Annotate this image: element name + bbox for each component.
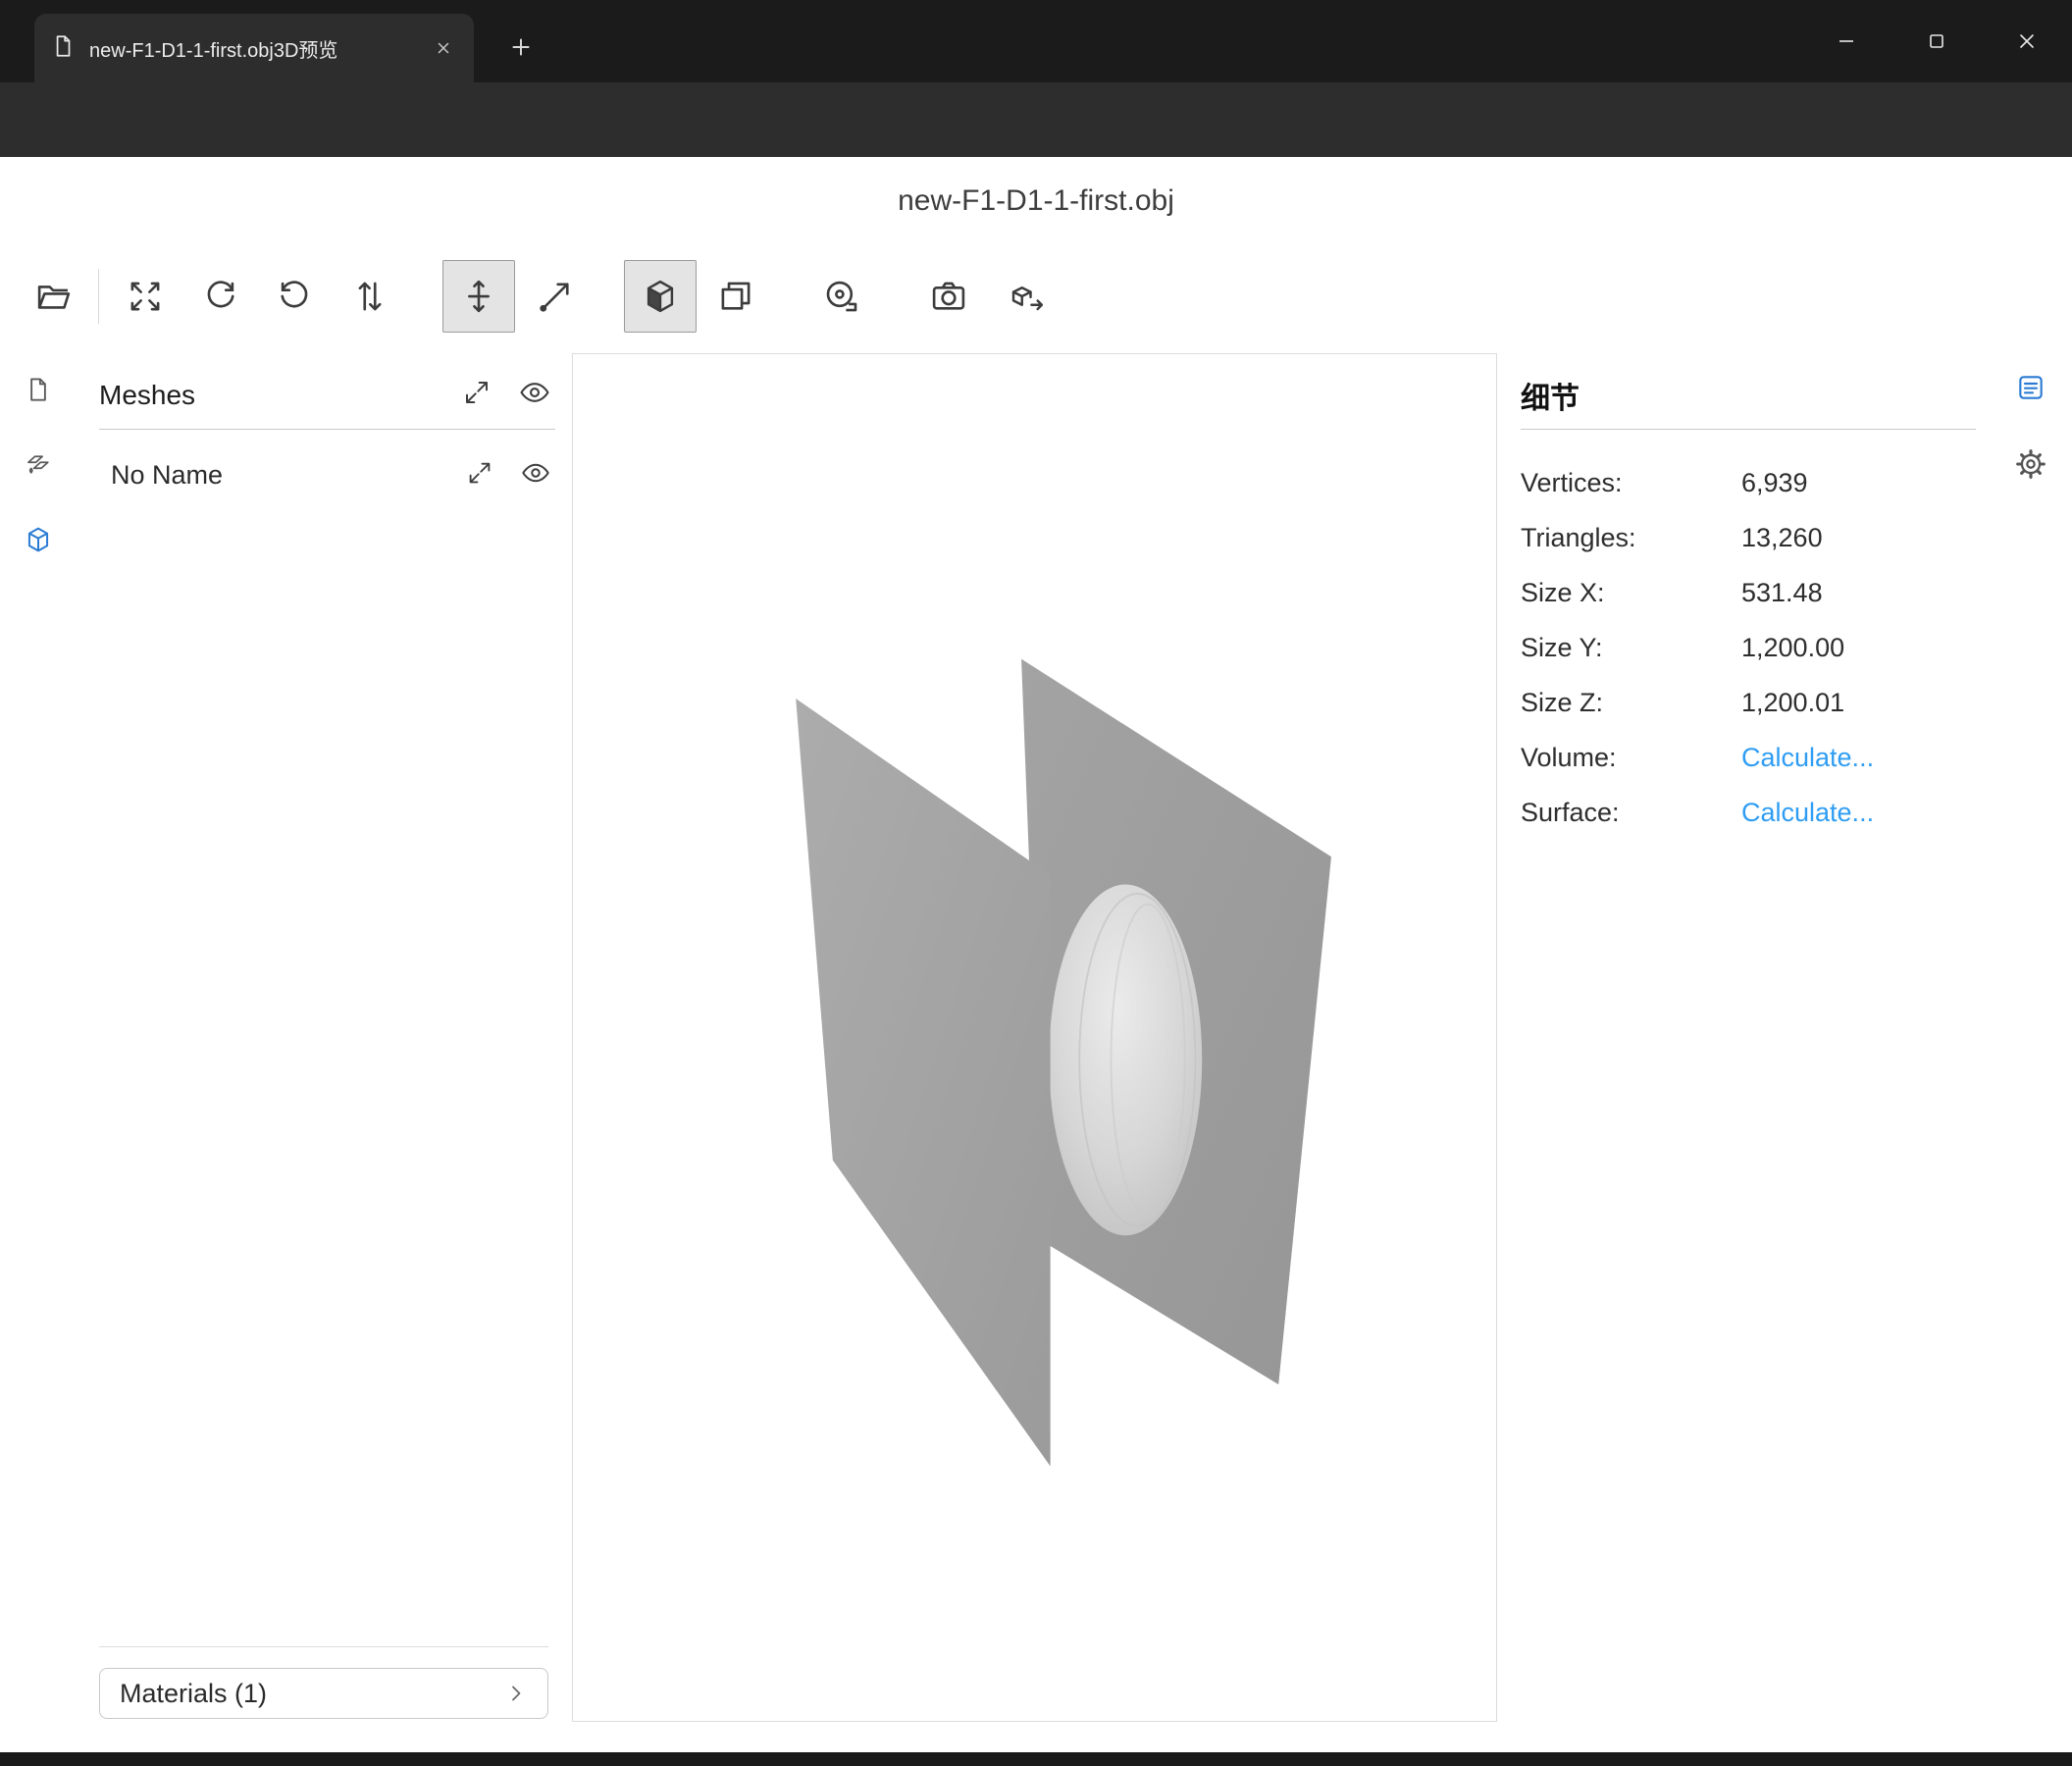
browser-navbar: https://file.kkview.cn/onlinePreview?url…: [0, 82, 2072, 157]
model-plane-left: [796, 699, 1050, 1467]
meshes-panel-icon[interactable]: [17, 518, 60, 561]
minimize-button[interactable]: [1801, 0, 1891, 82]
maximize-button[interactable]: [1891, 0, 1982, 82]
measure-tape-button[interactable]: [810, 265, 873, 328]
details-value: 13,260: [1741, 523, 1823, 553]
flip-updown-button[interactable]: [338, 265, 401, 328]
model-viewport[interactable]: [572, 353, 1497, 1722]
details-row-surface: Surface: Calculate...: [1521, 785, 1976, 840]
open-file-button[interactable]: [23, 265, 85, 328]
details-panel: 细节 Vertices: 6,939 Triangles: 13,260 Siz…: [1521, 361, 1976, 840]
browser-titlebar: new-F1-D1-1-first.obj3D预览: [0, 0, 2072, 82]
tab-close-icon[interactable]: [429, 33, 458, 63]
details-label: Size Z:: [1521, 688, 1741, 718]
meshes-panel-header: Meshes: [99, 361, 555, 430]
details-row-size-z: Size Z: 1,200.01: [1521, 675, 1976, 730]
meshes-panel: Meshes No Name: [99, 361, 555, 504]
page-content: new-F1-D1-1-first.obj: [0, 157, 2072, 1752]
window-controls: [1801, 0, 2072, 82]
visibility-all-eye-icon[interactable]: [518, 376, 551, 414]
materials-label: Materials (1): [120, 1679, 267, 1709]
toolbar-group-divider: [98, 269, 99, 324]
expand-all-icon[interactable]: [461, 377, 492, 413]
details-list-icon[interactable]: [2009, 366, 2052, 409]
new-tab-button[interactable]: [499, 26, 543, 69]
tab-title: new-F1-D1-1-first.obj3D预览: [89, 34, 415, 63]
focus-mesh-icon[interactable]: [465, 458, 494, 493]
measure-line-button[interactable]: [524, 265, 587, 328]
document-panel-icon[interactable]: [17, 368, 60, 411]
page-title: new-F1-D1-1-first.obj: [0, 184, 2072, 218]
rotate-horizontal-button[interactable]: [189, 265, 252, 328]
screenshot-camera-button[interactable]: [917, 265, 980, 328]
details-label: Triangles:: [1521, 523, 1741, 553]
mesh-list-item[interactable]: No Name: [99, 445, 555, 504]
details-value: 531.48: [1741, 578, 1823, 608]
perspective-view-button[interactable]: [624, 260, 697, 333]
materials-button[interactable]: Materials (1): [99, 1668, 548, 1719]
materials-divider: [99, 1646, 548, 1647]
mesh-name: No Name: [111, 460, 223, 491]
browser-tab[interactable]: new-F1-D1-1-first.obj3D预览: [34, 14, 474, 82]
model-cylinder: [1049, 885, 1202, 1236]
chevron-right-icon: [504, 1682, 528, 1705]
details-value: 1,200.01: [1741, 688, 1844, 718]
calculate-surface-link[interactable]: Calculate...: [1741, 798, 1874, 828]
page-favicon-icon: [50, 33, 76, 64]
details-row-size-y: Size Y: 1,200.00: [1521, 620, 1976, 675]
visibility-mesh-eye-icon[interactable]: [520, 457, 551, 493]
meshes-header-title: Meshes: [99, 380, 195, 411]
close-window-button[interactable]: [1982, 0, 2072, 82]
details-value: 6,939: [1741, 468, 1808, 498]
details-row-size-x: Size X: 531.48: [1521, 565, 1976, 620]
details-label: Surface:: [1521, 798, 1741, 828]
details-row-triangles: Triangles: 13,260: [1521, 510, 1976, 565]
details-rows: Vertices: 6,939 Triangles: 13,260 Size X…: [1521, 455, 1976, 840]
details-label: Volume:: [1521, 743, 1741, 773]
details-header-title: 细节: [1521, 374, 1580, 417]
browser-window: new-F1-D1-1-first.obj3D预览: [0, 0, 2072, 1766]
details-label: Vertices:: [1521, 468, 1741, 498]
window-bottom-edge: [0, 1752, 2072, 1766]
export-model-button[interactable]: [996, 265, 1059, 328]
3d-model-canvas[interactable]: [573, 354, 1496, 1721]
details-label: Size X:: [1521, 578, 1741, 608]
translate-mode-button[interactable]: [442, 260, 515, 333]
details-row-volume: Volume: Calculate...: [1521, 730, 1976, 785]
rotate-vertical-button[interactable]: [263, 265, 326, 328]
details-label: Size Y:: [1521, 633, 1741, 663]
settings-gear-icon[interactable]: [2009, 442, 2052, 486]
orthographic-view-button[interactable]: [704, 265, 767, 328]
details-value: 1,200.00: [1741, 633, 1844, 663]
fit-view-button[interactable]: [114, 265, 177, 328]
materials-panel-icon[interactable]: [17, 443, 60, 487]
details-row-vertices: Vertices: 6,939: [1521, 455, 1976, 510]
details-panel-header: 细节: [1521, 361, 1976, 430]
calculate-volume-link[interactable]: Calculate...: [1741, 743, 1874, 773]
